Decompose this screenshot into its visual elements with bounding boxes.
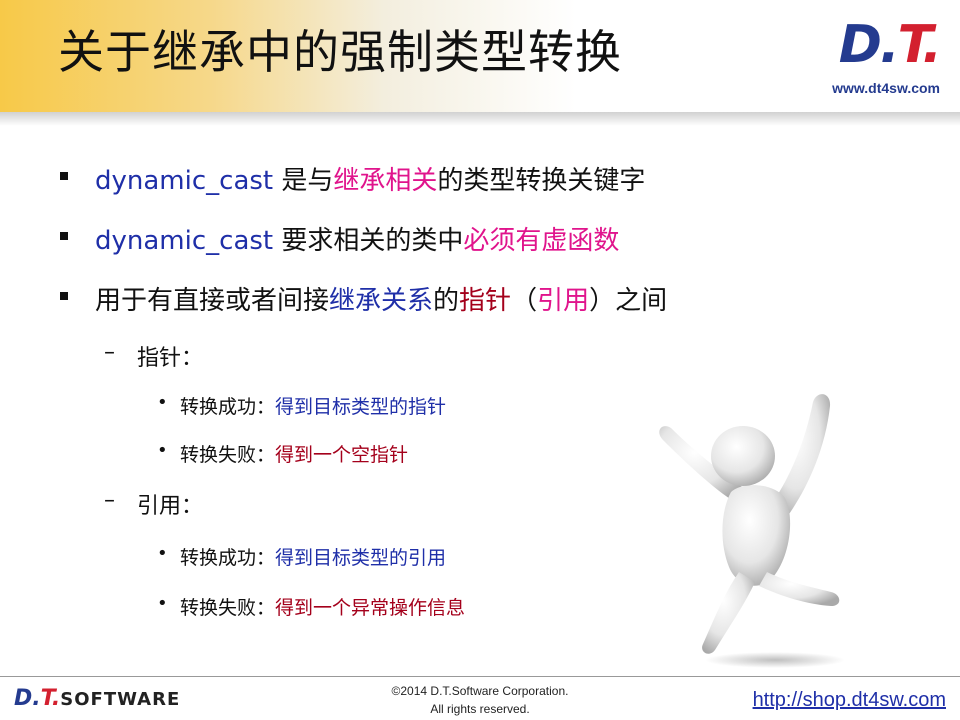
reference-success: 转换成功：得到目标类型的引用 [180, 543, 446, 570]
text: 的 [433, 286, 460, 316]
value: 得到目标类型的指针 [275, 396, 447, 418]
shop-link[interactable]: http://shop.dt4sw.com [753, 689, 946, 712]
label: 转换成功： [180, 547, 276, 569]
text: ）之间 [589, 286, 668, 316]
text: 是与 [273, 166, 334, 196]
dot-marker: • [157, 392, 168, 413]
label: 转换失败： [180, 597, 276, 619]
footer-divider [0, 676, 960, 677]
dash-marker: – [104, 488, 115, 513]
pointer-success: 转换成功：得到目标类型的指针 [180, 392, 446, 419]
text: 要求相关的类中 [273, 226, 464, 256]
bullet-marker [60, 292, 68, 300]
keyword: dynamic_cast [95, 166, 274, 196]
label: 转换失败： [180, 444, 276, 466]
text: 用于有直接或者间接 [95, 286, 330, 316]
text: 的类型转换关键字 [437, 166, 646, 196]
value: 得到一个空指针 [275, 444, 409, 466]
highlight: 引用 [537, 286, 590, 316]
keyword: dynamic_cast [95, 226, 274, 256]
highlight: 指针 [459, 286, 512, 316]
bullet-marker [60, 232, 68, 240]
value: 得到目标类型的引用 [275, 547, 447, 569]
highlight: 继承关系 [329, 286, 434, 316]
highlight: 继承相关 [333, 166, 438, 196]
bullet-2: dynamic_cast 要求相关的类中必须有虚函数 [95, 220, 619, 257]
value: 得到一个异常操作信息 [275, 597, 466, 619]
pointer-label: 指针： [137, 346, 204, 371]
bullet-1: dynamic_cast 是与继承相关的类型转换关键字 [95, 160, 645, 197]
dot-marker: • [157, 543, 168, 564]
dot-marker: • [157, 440, 168, 461]
reference-fail: 转换失败：得到一个异常操作信息 [180, 593, 465, 620]
slide-content: dynamic_cast 是与继承相关的类型转换关键字 dynamic_cast… [0, 0, 960, 720]
label: 转换成功： [180, 396, 276, 418]
dot-marker: • [157, 593, 168, 614]
bullet-3: 用于有直接或者间接继承关系的指针（引用）之间 [95, 280, 667, 317]
bullet-marker [60, 172, 68, 180]
dash-marker: – [104, 340, 115, 365]
text: （ [511, 286, 538, 316]
jumping-figure-image [659, 394, 845, 668]
reference-label: 引用： [137, 494, 204, 519]
pointer-fail: 转换失败：得到一个空指针 [180, 440, 408, 467]
highlight: 必须有虚函数 [463, 226, 620, 256]
